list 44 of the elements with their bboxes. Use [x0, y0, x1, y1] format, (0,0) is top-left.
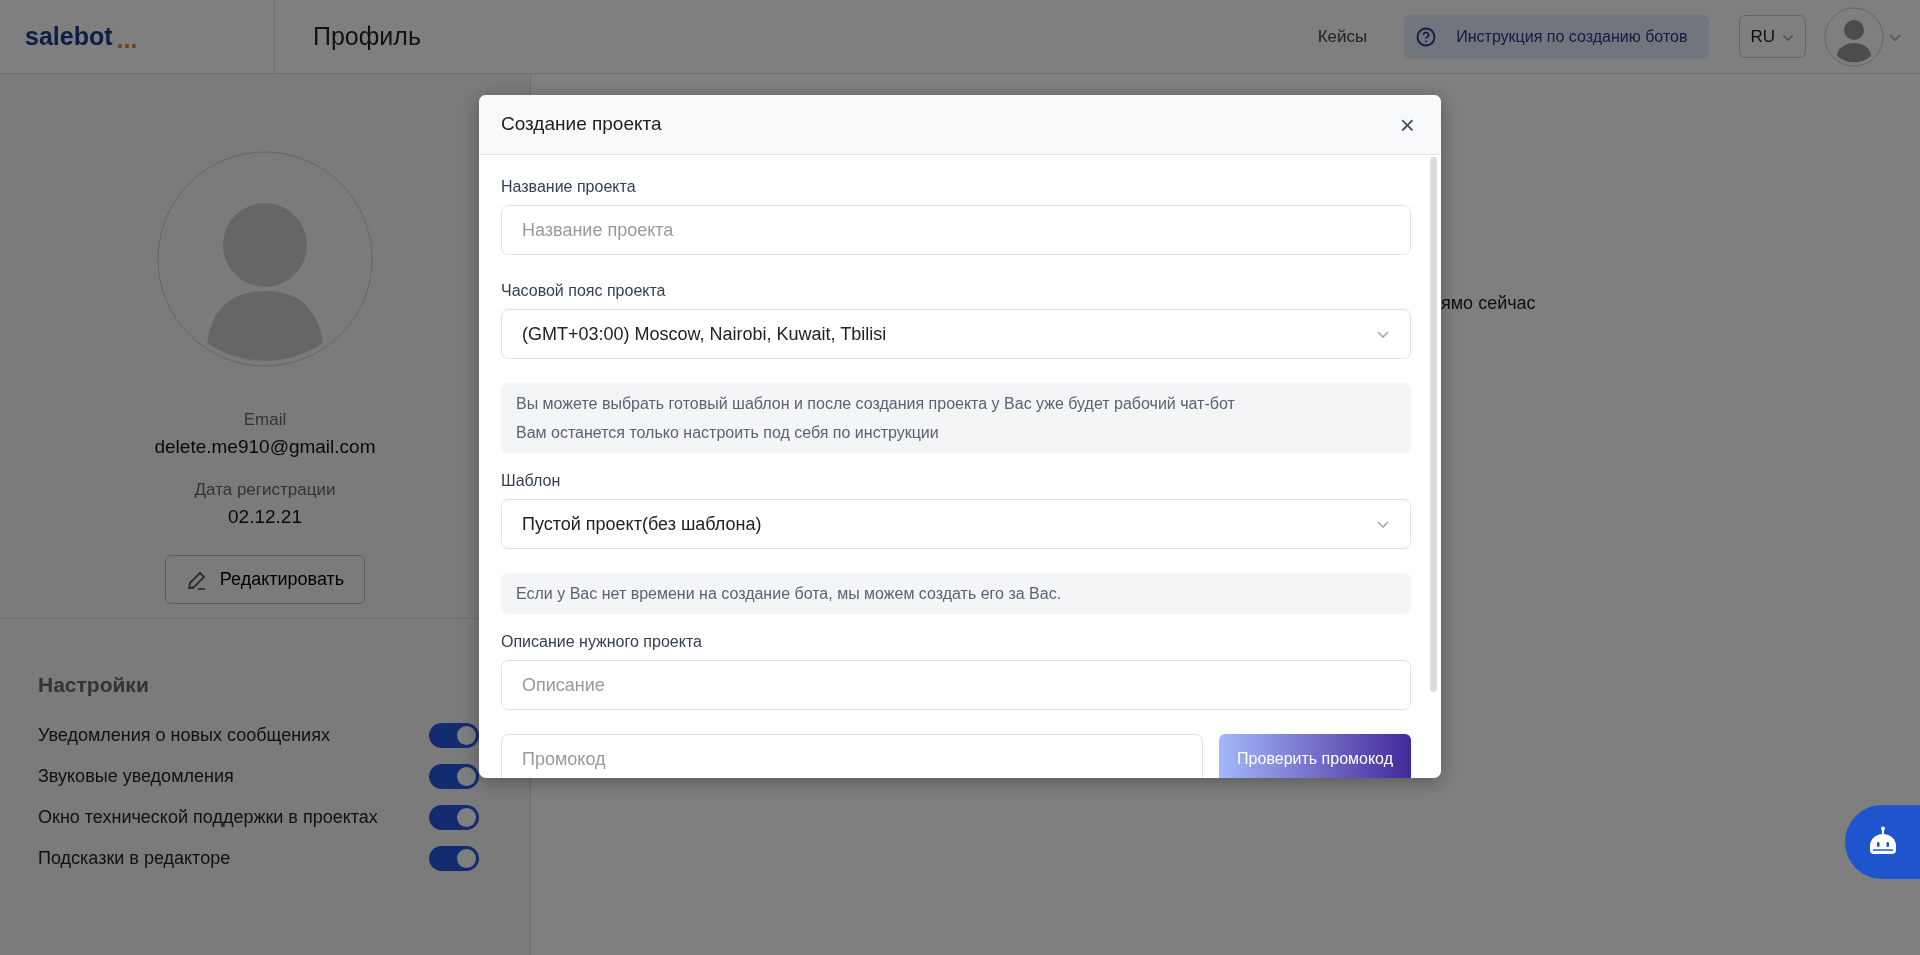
promo-code-field[interactable]: Промокод: [501, 734, 1204, 778]
logo[interactable]: salebot: [25, 17, 113, 56]
help-icon: [1416, 26, 1437, 47]
setting-label: Звуковые уведомления: [38, 764, 234, 788]
page-title: Профиль: [312, 20, 422, 52]
email-label: Email: [243, 409, 287, 431]
field-label: Описание нужного проекта: [501, 632, 703, 652]
date-label: Дата регистрации: [194, 479, 336, 501]
field-label: Шаблон: [501, 471, 562, 491]
body-text: ямо сейчас: [1441, 292, 1536, 315]
modal-title: Создание проекта: [501, 112, 662, 137]
header-link[interactable]: Кейсы: [1317, 23, 1368, 50]
email-value: delete.me910@gmail.com: [154, 434, 376, 459]
select-field[interactable]: Пустой проект(без шаблона): [501, 499, 1411, 549]
note-text: Вам останется только настроить под себя по инструкции: [516, 423, 940, 443]
check-promo-button[interactable]: Проверить промокод: [1219, 734, 1411, 778]
toggle-switch[interactable]: [429, 763, 479, 789]
setting-label: Окно технической поддержки в проектах: [38, 805, 378, 829]
chevron-icon: [1888, 31, 1902, 42]
logo-dots: ...: [116, 24, 138, 52]
toggle-switch[interactable]: [429, 804, 479, 830]
chevron-icon[interactable]: [1781, 31, 1795, 42]
input-field[interactable]: Описание: [501, 660, 1411, 710]
field-label: Часовой пояс проекта: [501, 281, 667, 301]
close-button[interactable]: ×: [1395, 111, 1419, 138]
avatar-icon[interactable]: [1824, 6, 1884, 67]
chevron-icon: [1376, 329, 1390, 339]
note-text: Если у Вас нет времени на создание бота, мы можем создать его за Вас.: [516, 584, 1063, 604]
settings-heading: Настройки: [38, 672, 150, 698]
date-value: 02.12.21: [228, 504, 302, 529]
select-field[interactable]: (GMT+03:00) Moscow, Nairobi, Kuwait, Tbilisi: [501, 309, 1411, 359]
field-label: Название проекта: [501, 177, 637, 197]
help-button[interactable]: Инструкция по созданию ботов: [1404, 14, 1710, 59]
language-select[interactable]: RU: [1739, 14, 1806, 59]
note-text: Вы можете выбрать готовый шаблон и после создания проекта у Вас уже будет рабочий чат-бот: [516, 394, 1236, 414]
scrollbar[interactable]: [1430, 157, 1437, 692]
edit-button[interactable]: Редактировать: [164, 555, 366, 604]
chevron-icon: [1376, 519, 1390, 529]
toggle-switch[interactable]: [429, 722, 479, 748]
toggle-switch[interactable]: [429, 845, 479, 871]
setting-label: Уведомления о новых сообщениях: [38, 723, 330, 747]
chatbot-button[interactable]: [1845, 805, 1920, 879]
input-field[interactable]: Название проекта: [501, 205, 1411, 255]
setting-label: Подсказки в редакторе: [38, 846, 231, 870]
